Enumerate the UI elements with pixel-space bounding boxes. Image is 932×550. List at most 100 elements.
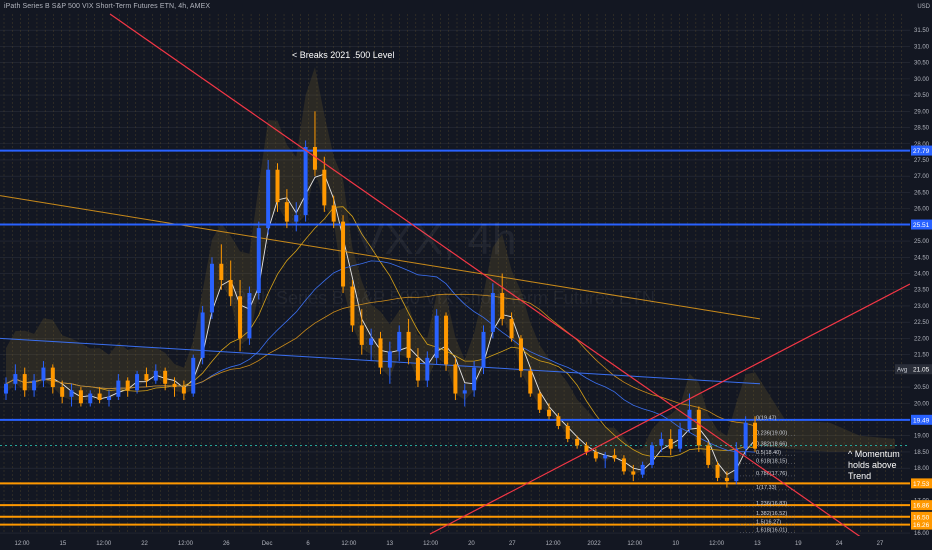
annotation-breaks-level: < Breaks 2021 .500 Level	[292, 50, 395, 60]
y-tick-label: 22.00	[914, 336, 930, 342]
x-tick-label: 12:00	[341, 541, 357, 547]
candle-body	[415, 357, 420, 381]
x-tick-label: 12:00	[423, 541, 439, 547]
candle-body	[256, 228, 261, 293]
candle-body	[621, 458, 626, 472]
price-label[interactable]: 19.49	[913, 417, 930, 424]
candle-body	[116, 380, 121, 397]
candle-body	[668, 438, 673, 449]
price-label[interactable]: 27.79	[913, 148, 930, 155]
candle-body	[331, 205, 336, 222]
fib-label: 0.236(19.00)	[756, 431, 787, 437]
candle-body	[631, 471, 636, 475]
candle-body	[78, 390, 83, 404]
fib-label: 0.5(18.40)	[756, 450, 781, 456]
fib-label: 0(19.47)	[756, 415, 777, 421]
x-tick-label: 10	[672, 541, 679, 547]
candle-body	[528, 370, 533, 394]
avg-tag: Avg	[897, 368, 907, 374]
y-tick-label: 18.00	[914, 466, 930, 472]
candle-body	[200, 312, 205, 358]
x-tick-label: 12:00	[96, 541, 112, 547]
x-tick-label: 27	[509, 541, 516, 547]
candle-body	[341, 221, 346, 287]
candle-body	[153, 370, 158, 381]
candle-body	[715, 464, 720, 478]
chart-header-title: iPath Series B S&P 500 VIX Short-Term Fu…	[4, 3, 211, 10]
candle-body	[575, 438, 580, 446]
x-tick-label: 27	[877, 541, 884, 547]
candle-body	[209, 263, 214, 313]
y-tick-label: 26.50	[914, 190, 930, 196]
x-tick-label: 12:00	[178, 541, 194, 547]
candle-body	[724, 477, 729, 482]
fib-label: 1.5(16.27)	[756, 519, 781, 525]
candle-body	[50, 367, 55, 388]
candle-body	[97, 393, 102, 401]
candle-body	[191, 357, 196, 394]
candle-body	[284, 202, 289, 222]
price-label[interactable]: 16.26	[913, 522, 930, 529]
candle-body	[397, 331, 402, 352]
y-tick-label: 20.00	[914, 401, 930, 407]
x-tick-label: 12:00	[546, 541, 562, 547]
fib-label: 1.382(16.52)	[756, 511, 787, 517]
candle-body	[556, 416, 561, 426]
candle-body	[125, 380, 130, 391]
fib-label: 0.618(18.15)	[756, 458, 787, 464]
y-tick-label: 27.00	[914, 174, 930, 180]
fib-label: 0.786(17.76)	[756, 471, 787, 477]
watermark-name: iPath Series B S&P 500 VIX Short-Term Fu…	[230, 288, 655, 308]
currency-label: USD	[917, 4, 930, 10]
candle-body	[706, 445, 711, 465]
candle-body	[219, 263, 224, 281]
y-tick-label: 30.50	[914, 61, 930, 67]
candle-body	[518, 338, 523, 371]
x-tick-label: 24	[836, 541, 843, 547]
candle-body	[444, 315, 449, 365]
candle-body	[69, 390, 74, 397]
candle-body	[294, 215, 299, 222]
x-tick-label: 12:00	[14, 541, 30, 547]
candle-body	[32, 380, 37, 391]
candle-body	[22, 374, 27, 391]
y-tick-label: 24.00	[914, 272, 930, 278]
candle-body	[303, 147, 308, 216]
candle-body	[640, 464, 645, 475]
x-tick-label: Dec	[262, 541, 273, 547]
candle-body	[472, 367, 477, 391]
candle-body	[181, 387, 186, 394]
candle-body	[88, 393, 93, 404]
x-tick-label: 12:00	[709, 541, 725, 547]
price-label[interactable]: 16.86	[913, 503, 930, 510]
x-tick-label: 2022	[587, 541, 601, 547]
x-tick-label: 13	[754, 541, 761, 547]
candle-body	[13, 374, 18, 384]
candle-body	[547, 409, 552, 417]
candle-body	[135, 374, 140, 391]
chart-background	[0, 0, 932, 550]
price-label[interactable]: 25.51	[913, 222, 930, 229]
y-tick-label: 21.50	[914, 353, 930, 359]
candle-body	[696, 409, 701, 446]
y-tick-label: 22.50	[914, 320, 930, 326]
price-label[interactable]: 17.53	[913, 481, 930, 488]
price-label[interactable]: 21.05	[913, 367, 930, 374]
y-tick-label: 23.00	[914, 304, 930, 310]
candle-body	[106, 396, 111, 401]
fib-label: 0.382(18.66)	[756, 442, 787, 448]
candle-body	[4, 383, 8, 394]
y-tick-label: 23.50	[914, 288, 930, 294]
y-tick-label: 25.00	[914, 239, 930, 245]
annotation-momentum: ^ Momentum holds above Trend	[848, 449, 900, 481]
y-tick-label: 26.00	[914, 207, 930, 213]
y-tick-label: 24.50	[914, 255, 930, 261]
y-tick-label: 28.50	[914, 126, 930, 132]
candle-body	[537, 393, 542, 410]
chart-canvas[interactable]: 0(19.47) 0.236(19.00) 0.382(18.66) 0.5(18.4…	[0, 0, 932, 550]
candle-body	[593, 451, 598, 459]
candle-body	[753, 422, 757, 449]
candle-body	[163, 370, 168, 384]
candle-body	[734, 448, 739, 482]
x-tick-label: 19	[795, 541, 802, 547]
